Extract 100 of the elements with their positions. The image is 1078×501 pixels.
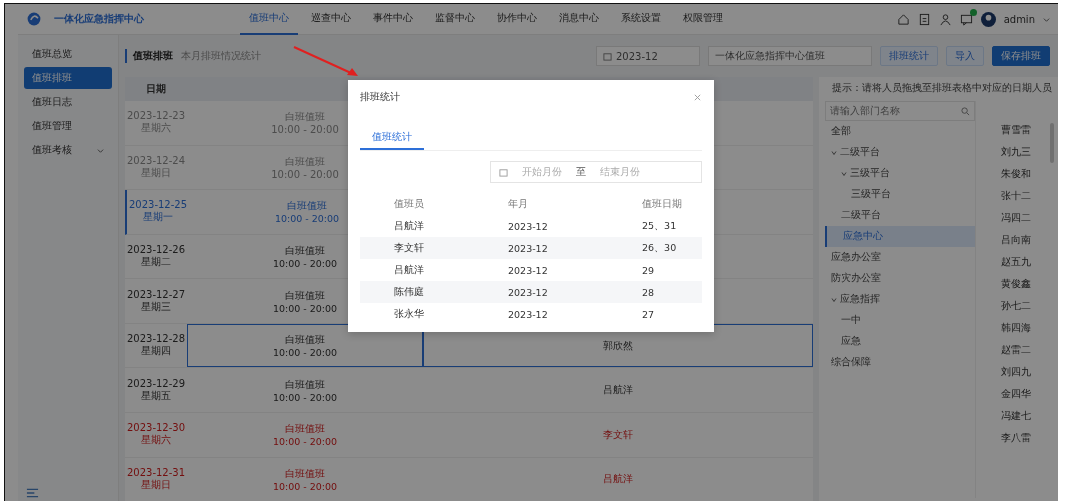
column-header: 日期 — [145, 82, 167, 96]
date-text: 2023-12-24 — [126, 154, 186, 166]
calendar-icon — [603, 51, 612, 61]
person-name[interactable]: 刘九三 — [1001, 145, 1031, 159]
date-text: 2023-12-30 — [126, 422, 186, 434]
sidebar-item[interactable]: 值班管理 — [24, 115, 112, 137]
message-icon[interactable] — [959, 12, 973, 26]
person-name[interactable]: 曹雪雷 — [1001, 123, 1031, 137]
weekday-text: 星期五 — [141, 388, 171, 403]
date-text: 2023-12-26 — [126, 243, 186, 255]
nav-tab[interactable]: 权限管理 — [674, 3, 732, 35]
tree-item[interactable]: 综合保障 — [825, 352, 975, 373]
column-header: 年月 — [507, 197, 529, 211]
nav-tab[interactable]: 系统设置 — [612, 3, 670, 35]
person-name[interactable]: 刘四九 — [1001, 365, 1031, 379]
person-name[interactable]: 李八雷 — [1001, 431, 1031, 445]
tree-item[interactable]: 应急 — [825, 331, 975, 352]
close-icon[interactable] — [693, 92, 702, 102]
person-name[interactable]: 冯四二 — [1001, 211, 1031, 225]
tree-item[interactable]: 应急指挥 — [825, 289, 975, 310]
person-name[interactable]: 金四华 — [1001, 387, 1031, 401]
person-name[interactable]: 吕向南 — [1001, 233, 1031, 247]
shift-name: 白班值班 — [287, 199, 327, 214]
duty-person: 郭欣然 — [603, 338, 633, 353]
user-icon[interactable] — [938, 12, 952, 26]
table-cell-text: 张永华 — [393, 307, 425, 321]
dialog-tab[interactable]: 值班统计 — [360, 126, 424, 150]
person-name[interactable]: 朱俊和 — [1001, 167, 1031, 181]
sidebar-item[interactable]: 值班日志 — [24, 91, 112, 113]
hint-text: 提示：请将人员拖拽至排班表格中对应的日期人员 — [831, 81, 1052, 95]
unit-select[interactable]: 一体化应急指挥中心值班 — [708, 46, 872, 66]
sidebar-item[interactable]: 值班考核 — [24, 139, 112, 161]
avatar-icon[interactable] — [980, 11, 996, 27]
shift-name: 白班值班 — [285, 243, 325, 258]
date-text: 2023-12-23 — [126, 110, 186, 122]
nav-tab[interactable]: 监督中心 — [426, 3, 484, 35]
table-row[interactable]: 2023-12-28 星期四 白班值班 10:00 - 20:00 郭欣然 — [125, 323, 813, 369]
weekday-text: 星期六 — [141, 433, 171, 448]
toolbar-button[interactable]: 导入 — [946, 46, 984, 66]
nav-tab[interactable]: 协作中心 — [488, 3, 546, 35]
person-name[interactable]: 黄俊鑫 — [1001, 277, 1031, 291]
tree-item[interactable]: 二级平台 — [825, 142, 975, 163]
person-name[interactable]: 赵五九 — [1001, 255, 1031, 269]
table-row[interactable]: 2023-12-30 星期六 白班值班 10:00 - 20:00 李文轩 — [125, 412, 813, 458]
tree-item[interactable]: 三级平台 — [825, 184, 975, 205]
person-name[interactable]: 韩四海 — [1001, 321, 1031, 335]
nav-tab[interactable]: 消息中心 — [550, 3, 608, 35]
shift-time: 10:00 - 20:00 — [272, 480, 338, 492]
date-text: 2023-12-31 — [126, 466, 186, 478]
nav-tab[interactable]: 事件中心 — [364, 3, 422, 35]
table-cell-text: 2023-12 — [507, 242, 549, 254]
sidebar-item[interactable]: 值班排班 — [24, 67, 112, 89]
table-cell-text: 28 — [641, 286, 656, 298]
duty-person: 吕航洋 — [603, 383, 633, 398]
column-header: 值班员 — [393, 197, 425, 211]
table-row[interactable]: 2023-12-29 星期五 白班值班 10:00 - 20:00 吕航洋 — [125, 368, 813, 413]
tree-item[interactable]: 应急办公室 — [825, 247, 975, 268]
person-name[interactable]: 张十二 — [1001, 189, 1031, 203]
month-picker[interactable]: 2023-12 — [596, 46, 700, 66]
tree-item[interactable]: 防灾办公室 — [825, 268, 975, 289]
collapse-icon[interactable] — [26, 488, 39, 498]
person-name[interactable]: 孙七二 — [1001, 299, 1031, 313]
duty-person: 李文轩 — [603, 427, 633, 442]
table-row[interactable]: 2023-12-31 星期日 白班值班 10:00 - 20:00 吕航洋 — [125, 457, 813, 501]
weekday-text: 星期一 — [143, 210, 173, 225]
duty-person: 吕航洋 — [603, 472, 633, 487]
user-name[interactable]: admin — [1003, 13, 1035, 25]
calendar-icon — [499, 167, 508, 177]
search-field[interactable]: 请输入部门名称 — [825, 101, 975, 121]
section-title: 值班排班 — [125, 49, 173, 63]
tree-item[interactable]: 应急中心 — [825, 226, 975, 247]
shift-time: 10:00 - 20:00 — [271, 124, 339, 136]
toolbar-button[interactable]: 排班统计 — [880, 46, 938, 66]
document-icon[interactable] — [917, 12, 931, 26]
person-name[interactable]: 冯建七 — [1001, 409, 1031, 423]
expand-icon — [831, 149, 837, 156]
tree-item[interactable]: 全部 — [825, 121, 975, 142]
home-icon[interactable] — [896, 12, 910, 26]
tree-item[interactable]: 二级平台 — [825, 205, 975, 226]
date-text: 2023-12-28 — [126, 333, 186, 345]
caret-icon[interactable] — [1043, 15, 1050, 23]
logo-icon — [26, 11, 42, 27]
table-cell-text: 吕航洋 — [393, 263, 425, 277]
table-cell-text: 2023-12 — [507, 220, 549, 232]
shift-time: 10:00 - 20:00 — [272, 391, 338, 403]
date-text: 2023-12-27 — [126, 288, 186, 300]
weekday-text: 星期日 — [141, 477, 171, 492]
person-name[interactable]: 赵雷二 — [1001, 343, 1031, 357]
table-cell-text: 26、30 — [641, 241, 678, 255]
nav-tab[interactable]: 巡查中心 — [302, 3, 360, 35]
shift-time: 10:00 - 20:00 — [271, 168, 339, 180]
table-cell-text: 李文轩 — [393, 241, 425, 255]
weekday-text: 星期二 — [141, 254, 171, 269]
app-title: 一体化应急指挥中心 — [54, 12, 144, 26]
tree-item[interactable]: 三级平台 — [825, 163, 975, 184]
month-range-field[interactable]: 开始月份 至 结束月份 — [490, 161, 702, 183]
sidebar-item[interactable]: 值班总览 — [24, 43, 112, 65]
toolbar-button[interactable]: 保存排班 — [992, 46, 1050, 66]
shift-time: 10:00 - 20:00 — [272, 436, 338, 448]
date-text: 2023-12-25 — [128, 199, 188, 211]
